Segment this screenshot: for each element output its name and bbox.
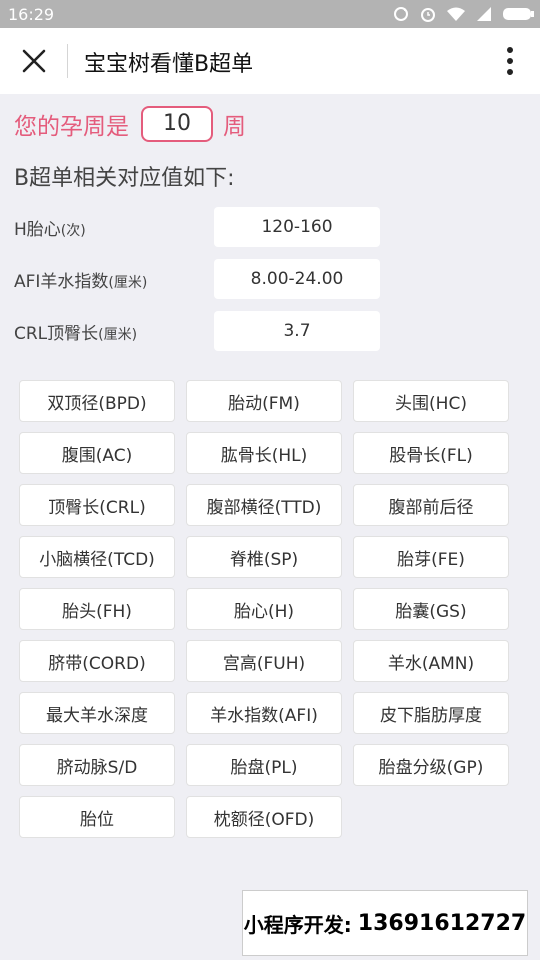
section-heading: B超单相关对应值如下:: [14, 166, 235, 191]
navigation-bar: 宝宝树看懂B超单: [0, 28, 540, 94]
term-button-tcd[interactable]: 小脑横径(TCD): [19, 536, 175, 578]
term-button-gp[interactable]: 胎盘分级(GP): [353, 744, 509, 786]
term-button-h[interactable]: 胎心(H): [186, 588, 342, 630]
pregnancy-week-prefix: 您的孕周是: [14, 114, 129, 140]
term-button-fl[interactable]: 股骨长(FL): [353, 432, 509, 474]
pregnancy-week-input[interactable]: [141, 106, 213, 142]
promo-label: 小程序开发:: [243, 912, 352, 937]
status-bar: 16:29: [0, 0, 540, 28]
term-button-gs[interactable]: 胎囊(GS): [353, 588, 509, 630]
term-button-subcutaneous-fat[interactable]: 皮下脂肪厚度: [353, 692, 509, 734]
page-title: 宝宝树看懂B超单: [84, 52, 254, 77]
term-button-ac[interactable]: 腹围(AC): [19, 432, 175, 474]
term-button-fe[interactable]: 胎芽(FE): [353, 536, 509, 578]
value-row-heart-rate: H胎心(次) 120-160: [14, 207, 384, 247]
signal-icon: [477, 7, 491, 21]
value-label: CRL顶臀长(厘米): [14, 324, 138, 344]
value-label: H胎心(次): [14, 220, 86, 240]
value-row-crl: CRL顶臀长(厘米) 3.7: [14, 311, 384, 351]
value-box: 8.00-24.00: [214, 259, 380, 299]
value-row-afi: AFI羊水指数(厘米) 8.00-24.00: [14, 259, 384, 299]
term-button-sp[interactable]: 脊椎(SP): [186, 536, 342, 578]
promo-phone: 13691612727: [357, 910, 527, 936]
status-icons: [392, 4, 534, 24]
ultrasound-term-grid: 双顶径(BPD) 胎动(FM) 头围(HC) 腹围(AC) 肱骨长(HL) 股骨…: [19, 380, 509, 838]
pregnancy-week-row: 您的孕周是 周: [14, 106, 246, 142]
term-button-hc[interactable]: 头围(HC): [353, 380, 509, 422]
value-box: 3.7: [214, 311, 380, 351]
term-button-pl[interactable]: 胎盘(PL): [186, 744, 342, 786]
value-label: AFI羊水指数(厘米): [14, 272, 148, 292]
term-button-afi[interactable]: 羊水指数(AFI): [186, 692, 342, 734]
close-icon[interactable]: [20, 47, 48, 75]
term-button-ttd[interactable]: 腹部横径(TTD): [186, 484, 342, 526]
term-button-cord[interactable]: 脐带(CORD): [19, 640, 175, 682]
term-button-apd[interactable]: 腹部前后径: [353, 484, 509, 526]
sync-icon: [394, 7, 408, 21]
term-button-fm[interactable]: 胎动(FM): [186, 380, 342, 422]
term-button-ofd[interactable]: 枕额径(OFD): [186, 796, 342, 838]
term-button-amn[interactable]: 羊水(AMN): [353, 640, 509, 682]
term-button-crl[interactable]: 顶臀长(CRL): [19, 484, 175, 526]
status-time: 16:29: [8, 5, 55, 24]
term-button-hl[interactable]: 肱骨长(HL): [186, 432, 342, 474]
promo-banner: 小程序开发: 13691612727: [242, 890, 528, 956]
term-button-bpd[interactable]: 双顶径(BPD): [19, 380, 175, 422]
battery-icon: [503, 8, 534, 20]
alarm-icon: [421, 8, 435, 22]
term-button-fuh[interactable]: 宫高(FUH): [186, 640, 342, 682]
term-button-umbilical-sd[interactable]: 脐动脉S/D: [19, 744, 175, 786]
wifi-icon: [447, 7, 465, 21]
term-button-max-amniotic-depth[interactable]: 最大羊水深度: [19, 692, 175, 734]
nav-divider: [67, 44, 68, 78]
term-button-fh[interactable]: 胎头(FH): [19, 588, 175, 630]
more-vertical-icon[interactable]: [498, 44, 522, 78]
pregnancy-week-suffix: 周: [223, 114, 246, 140]
term-button-fetal-position[interactable]: 胎位: [19, 796, 175, 838]
value-box: 120-160: [214, 207, 380, 247]
